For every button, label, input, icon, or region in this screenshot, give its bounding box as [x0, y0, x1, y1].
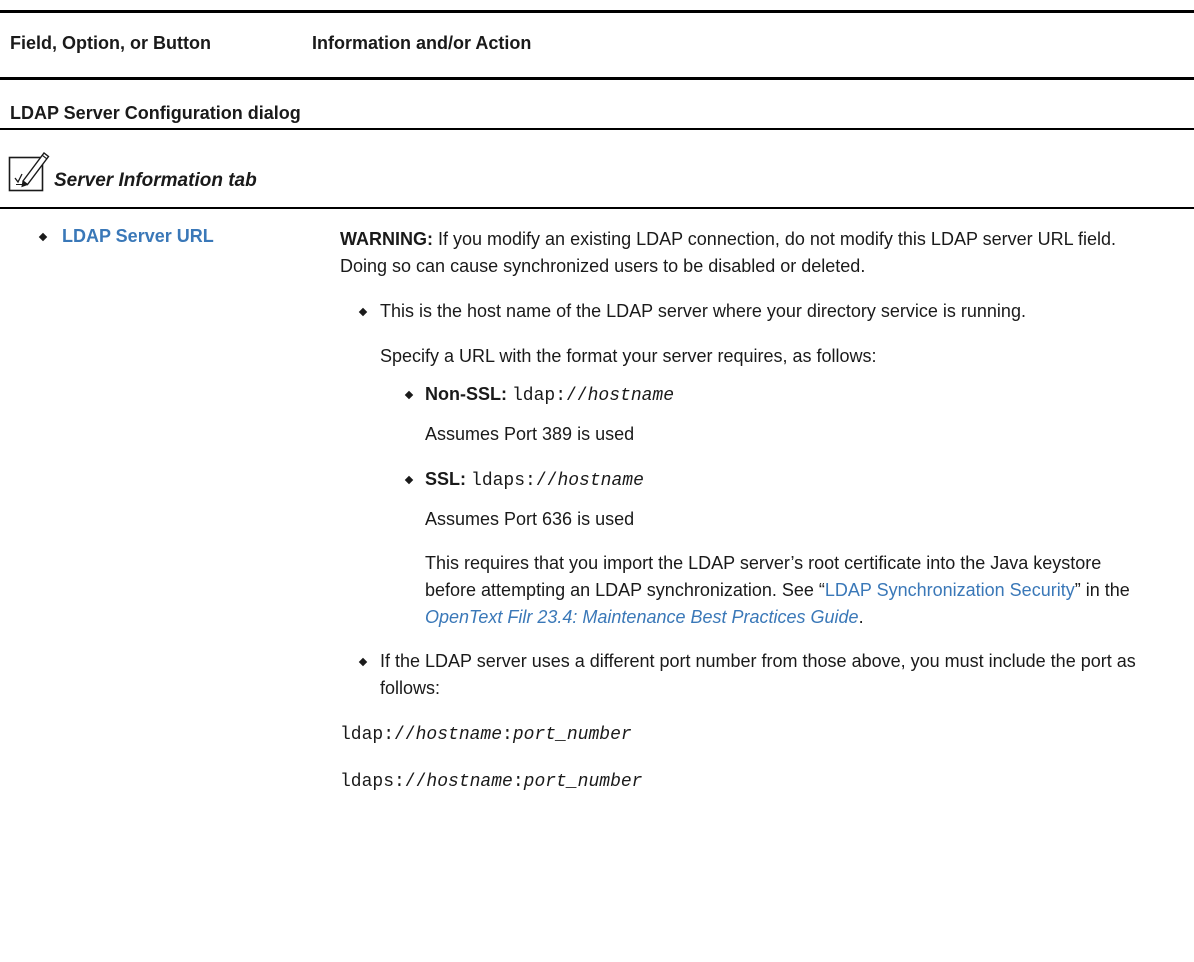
ssl-host: hostname: [557, 471, 644, 491]
list-item-nonssl: Non-SSL: ldap://hostname: [340, 381, 1160, 410]
header-bottom-rule: [0, 77, 1194, 80]
example-ldaps: ldaps://hostname:port_number: [340, 769, 1160, 796]
requirement-text-3: .: [858, 607, 864, 627]
list-item: This is the host name of the LDAP server…: [340, 298, 1160, 325]
example-ldap-prefix: ldap://: [340, 725, 416, 745]
warning-label: WARNING:: [340, 229, 433, 249]
warning-paragraph: WARNING: If you modify an existing LDAP …: [340, 226, 1160, 280]
example-ldap-port: port_number: [512, 725, 632, 745]
example-ldaps-prefix: ldaps://: [340, 772, 427, 792]
ssl-prefix: ldaps://: [471, 471, 558, 491]
ssl-note: Assumes Port 636 is used: [425, 509, 635, 529]
nonssl-line: Non-SSL: ldap://hostname: [425, 381, 1160, 410]
example-ldap-sep: :: [502, 725, 513, 745]
column-header-field: Field, Option, or Button: [10, 33, 211, 53]
requirement-text-2: ” in the: [1074, 580, 1130, 600]
example-ldap-host: hostname: [415, 725, 503, 745]
tab-rule: [0, 207, 1194, 209]
example-ldaps-port: port_number: [523, 772, 643, 792]
section-rule: [0, 128, 1194, 130]
field-item-ldap-server-url: LDAP Server URL: [38, 226, 214, 247]
field-label[interactable]: LDAP Server URL: [62, 226, 214, 247]
example-ldaps-host: hostname: [426, 772, 513, 792]
requirement-paragraph: This requires that you import the LDAP s…: [340, 550, 1145, 631]
nonssl-host: hostname: [587, 386, 675, 406]
tab-title: Server Information tab: [54, 170, 257, 191]
nonssl-prefix: ldap://: [512, 386, 588, 406]
bullet-diamond-icon: [404, 390, 414, 400]
table-top-rule: [0, 10, 1194, 13]
bullet-text: This is the host name of the LDAP server…: [380, 301, 1026, 321]
bullet-diamond-icon: [358, 657, 368, 667]
warning-text: If you modify an existing LDAP connectio…: [340, 229, 1117, 276]
info-cell: WARNING: If you modify an existing LDAP …: [340, 226, 1160, 796]
list-item-ssl: SSL: ldaps://hostname: [340, 466, 1160, 495]
bullet-diamond-icon: [38, 232, 48, 241]
ssl-label: SSL:: [425, 469, 467, 489]
bullet-text: If the LDAP server uses a different port…: [380, 651, 1136, 698]
ssl-line: SSL: ldaps://hostname: [425, 466, 1160, 495]
maintenance-guide-link[interactable]: OpenText Filr 23.4: Maintenance Best Pra…: [425, 607, 859, 627]
column-header-info: Information and/or Action: [312, 33, 532, 53]
nonssl-note: Assumes Port 389 is used: [425, 424, 635, 444]
specify-paragraph: Specify a URL with the format your serve…: [380, 346, 877, 366]
bullet-diamond-icon: [404, 475, 414, 485]
list-item: If the LDAP server uses a different port…: [340, 648, 1160, 702]
tab-heading: Server Information tab: [8, 148, 257, 194]
pencil-checklist-icon: [8, 148, 50, 194]
example-ldap: ldap://hostname:port_number: [340, 722, 1160, 749]
bullet-diamond-icon: [358, 307, 368, 317]
ldap-sync-security-link[interactable]: LDAP Synchronization Security: [825, 580, 1075, 600]
example-ldaps-sep: :: [512, 772, 524, 792]
nonssl-label: Non-SSL:: [425, 384, 507, 404]
section-title: LDAP Server Configuration dialog: [10, 103, 301, 123]
